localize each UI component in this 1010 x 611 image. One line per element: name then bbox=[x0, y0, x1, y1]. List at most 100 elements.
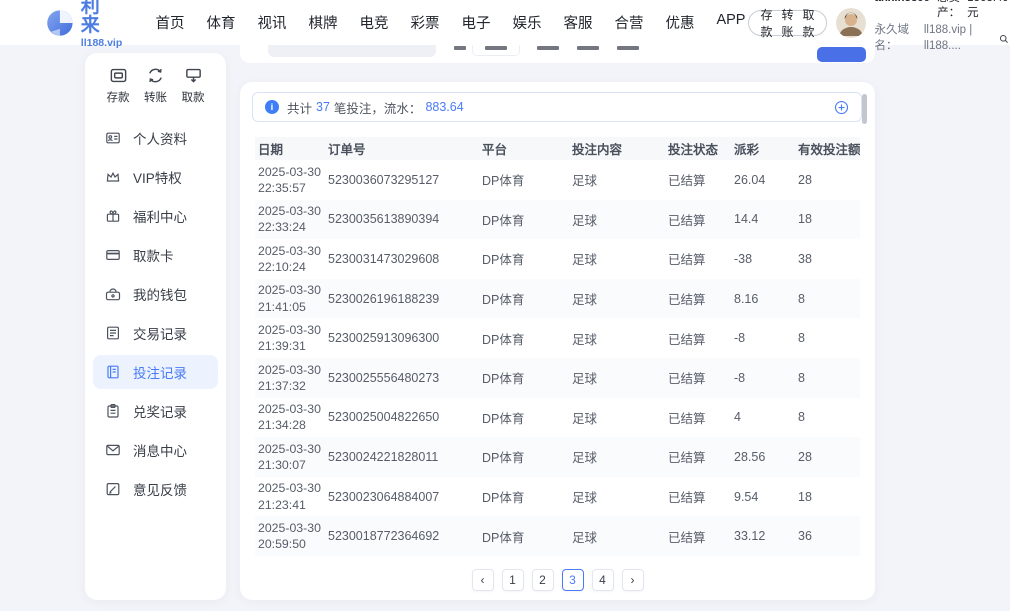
sidebar-item-wallet[interactable]: 我的钱包 bbox=[93, 277, 218, 311]
cell-platform: DP体育 bbox=[482, 329, 572, 348]
cell-date: 2025-03-3022:35:57 bbox=[258, 164, 328, 196]
nav-item-3[interactable]: 视讯 bbox=[254, 8, 289, 37]
pagination-page-2[interactable]: 2 bbox=[532, 569, 554, 591]
sidebar-item-transactions[interactable]: 交易记录 bbox=[93, 316, 218, 350]
sidebar-item-feedback[interactable]: 意见反馈 bbox=[93, 472, 218, 506]
cell-order-no: 5230023064884007 bbox=[328, 490, 482, 504]
quick-action-label: 转账 bbox=[139, 89, 173, 105]
summary-middle: 笔投注，流水： bbox=[334, 98, 422, 117]
table-row: 2025-03-3021:23:415230023064884007DP体育足球… bbox=[255, 477, 860, 517]
search-icon[interactable] bbox=[999, 33, 1009, 45]
cell-bet-status: 已结算 bbox=[668, 447, 734, 466]
sidebar-item-profile[interactable]: 个人资料 bbox=[93, 121, 218, 155]
pagination-next[interactable]: › bbox=[622, 569, 644, 591]
cell-date: 2025-03-3021:39:31 bbox=[258, 322, 328, 354]
cell-valid-amount: 18 bbox=[798, 490, 860, 504]
assets-label: 总资产： bbox=[937, 0, 960, 22]
sidebar-item-redeem-records[interactable]: 兑奖记录 bbox=[93, 394, 218, 428]
vip-crown-icon bbox=[105, 169, 121, 185]
cell-order-no: 5230018772364692 bbox=[328, 529, 482, 543]
nav-item-9[interactable]: 客服 bbox=[560, 8, 595, 37]
table-row: 2025-03-3021:39:315230025913096300DP体育足球… bbox=[255, 318, 860, 358]
table-row: 2025-03-3021:41:055230026196188239DP体育足球… bbox=[255, 279, 860, 319]
nav-item-4[interactable]: 棋牌 bbox=[305, 8, 340, 37]
pagination-page-3[interactable]: 3 bbox=[562, 569, 584, 591]
pill-withdraw-button[interactable]: 取款 bbox=[803, 6, 815, 40]
cell-order-no: 5230025004822650 bbox=[328, 410, 482, 424]
cell-valid-amount: 8 bbox=[798, 331, 860, 345]
nav-item-12[interactable]: APP bbox=[713, 8, 748, 37]
logo-icon bbox=[46, 6, 74, 40]
column-header: 日期 bbox=[258, 139, 328, 158]
cell-valid-amount: 8 bbox=[798, 371, 860, 385]
table-row: 2025-03-3022:35:575230036073295127DP体育足球… bbox=[255, 160, 860, 200]
nav-item-10[interactable]: 合营 bbox=[611, 8, 646, 37]
date-range-input[interactable] bbox=[268, 45, 436, 57]
domain-value: ll188.vip | ll188.... bbox=[924, 23, 997, 54]
cell-payout: 28.56 bbox=[734, 450, 798, 464]
sidebar-item-messages[interactable]: 消息中心 bbox=[93, 433, 218, 467]
wallet-icon bbox=[105, 286, 121, 302]
expand-plus-icon[interactable] bbox=[834, 100, 849, 115]
cell-valid-amount: 18 bbox=[798, 212, 860, 226]
wallet-pill: 存款 转账 取款 bbox=[748, 10, 826, 36]
sidebar-item-label: 我的钱包 bbox=[133, 284, 187, 304]
pill-transfer-button[interactable]: 转账 bbox=[781, 6, 793, 40]
pagination-page-4[interactable]: 4 bbox=[592, 569, 614, 591]
quick-action-deposit[interactable]: 存款 bbox=[101, 66, 135, 105]
cell-order-no: 5230024221828011 bbox=[328, 450, 482, 464]
sidebar-item-label: 个人资料 bbox=[133, 128, 187, 148]
bet-records-table: 日期订单号平台投注内容投注状态派彩有效投注额 2025-03-3022:35:5… bbox=[255, 137, 860, 556]
quick-action-transfer[interactable]: 转账 bbox=[139, 66, 173, 105]
cell-bet-content: 足球 bbox=[572, 329, 668, 348]
sidebar-item-label: 消息中心 bbox=[133, 440, 187, 460]
info-icon: i bbox=[265, 100, 279, 114]
nav-item-2[interactable]: 体育 bbox=[203, 8, 238, 37]
cell-date: 2025-03-3020:59:50 bbox=[258, 520, 328, 552]
logo-domain: ll188.vip bbox=[81, 37, 129, 49]
quick-action-label: 取款 bbox=[176, 89, 210, 105]
quick-action-withdraw[interactable]: 取款 bbox=[176, 66, 210, 105]
logo[interactable]: 利 来 ll188.vip bbox=[46, 0, 128, 49]
cell-valid-amount: 28 bbox=[798, 450, 860, 464]
cell-payout: 4 bbox=[734, 410, 798, 424]
cell-payout: -8 bbox=[734, 331, 798, 345]
pagination-page-1[interactable]: 1 bbox=[502, 569, 524, 591]
cell-date: 2025-03-3021:34:28 bbox=[258, 401, 328, 433]
nav-item-6[interactable]: 彩票 bbox=[407, 8, 442, 37]
message-icon bbox=[105, 442, 121, 458]
cell-payout: -8 bbox=[734, 371, 798, 385]
sidebar-menu: 个人资料 VIP特权 福利中心 bbox=[85, 121, 226, 506]
cell-payout: 8.16 bbox=[734, 292, 798, 306]
sidebar-item-label: 兑奖记录 bbox=[133, 401, 187, 421]
nav-item-1[interactable]: 首页 bbox=[152, 8, 187, 37]
nav-item-8[interactable]: 娱乐 bbox=[509, 8, 544, 37]
cell-bet-status: 已结算 bbox=[668, 289, 734, 308]
transactions-icon bbox=[105, 325, 121, 341]
cell-platform: DP体育 bbox=[482, 368, 572, 387]
cell-date: 2025-03-3021:23:41 bbox=[258, 480, 328, 512]
cell-bet-content: 足球 bbox=[572, 527, 668, 546]
pagination-prev[interactable]: ‹ bbox=[472, 569, 494, 591]
content-card: i 共计 37 笔投注，流水： 883.64 日期订单号平台投注内容投注状态派彩… bbox=[240, 82, 875, 600]
table-row: 2025-03-3021:30:075230024221828011DP体育足球… bbox=[255, 437, 860, 477]
nav-item-7[interactable]: 电子 bbox=[458, 8, 493, 37]
feedback-icon bbox=[105, 481, 121, 497]
filter-fragment bbox=[617, 46, 639, 50]
scrollbar-thumb[interactable] bbox=[862, 94, 867, 124]
sidebar-item-bet-records[interactable]: 投注记录 bbox=[93, 355, 218, 389]
filter-fragment bbox=[537, 46, 559, 50]
sidebar-item-label: 取款卡 bbox=[133, 245, 174, 265]
pill-deposit-button[interactable]: 存款 bbox=[760, 6, 772, 40]
profile-icon bbox=[105, 130, 121, 146]
nav-item-11[interactable]: 优惠 bbox=[662, 8, 697, 37]
cell-date: 2025-03-3021:30:07 bbox=[258, 441, 328, 473]
sidebar-item-withdraw-card[interactable]: 取款卡 bbox=[93, 238, 218, 272]
cell-bet-status: 已结算 bbox=[668, 487, 734, 506]
sidebar-item-welfare[interactable]: 福利中心 bbox=[93, 199, 218, 233]
cell-valid-amount: 28 bbox=[798, 173, 860, 187]
table-row: 2025-03-3021:37:325230025556480273DP体育足球… bbox=[255, 358, 860, 398]
avatar[interactable] bbox=[836, 8, 866, 38]
sidebar-item-vip[interactable]: VIP特权 bbox=[93, 160, 218, 194]
nav-item-5[interactable]: 电竞 bbox=[356, 8, 391, 37]
